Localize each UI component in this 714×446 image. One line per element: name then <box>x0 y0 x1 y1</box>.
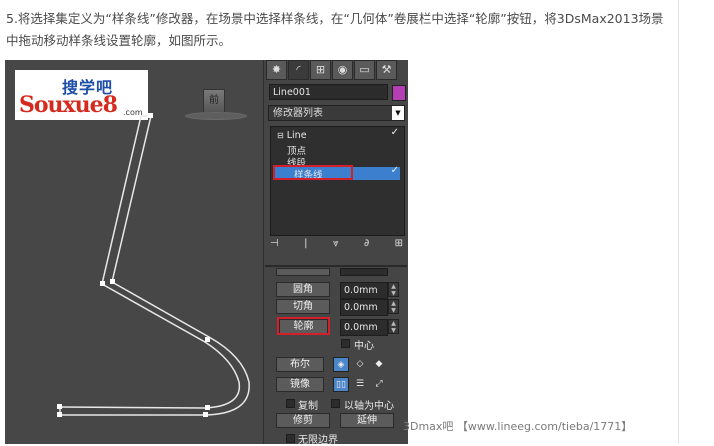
outline-value-field[interactable]: 0.0mm <box>340 319 388 336</box>
partial-field[interactable] <box>340 268 388 276</box>
show-end-result-icon[interactable]: | <box>304 238 307 254</box>
mirror-horizontal-icon[interactable]: ▯▯ <box>333 377 349 392</box>
modifier-list-label: 修改器列表 <box>273 108 323 119</box>
outline-spinner[interactable]: ▲ ▼ <box>388 319 399 334</box>
chamfer-value-field[interactable]: 0.0mm <box>340 299 388 316</box>
stack-item-line[interactable]: ⊟ Line <box>277 130 307 141</box>
make-unique-icon[interactable]: ⩔ <box>333 238 339 254</box>
outlined-spline[interactable] <box>5 60 263 444</box>
mirror-both-icon[interactable]: ⤢ <box>371 377 387 392</box>
vertex-3 <box>110 279 115 284</box>
chamfer-spinner[interactable]: ▲ ▼ <box>388 299 399 314</box>
pin-stack-icon[interactable]: ⊣ <box>270 238 279 254</box>
union-icon[interactable]: ◈ <box>333 357 349 372</box>
object-color-swatch[interactable] <box>392 85 406 101</box>
chamfer-button[interactable]: 切角 <box>276 299 330 314</box>
stack-toolbar: ⊣ | ⩔ ∂ ⊞ <box>270 238 403 254</box>
tab-motion[interactable]: ◉ <box>332 60 353 80</box>
vertex-1 <box>148 113 153 118</box>
panel-tabs: ✸ ◜ ⊞ ◉ ▭ ⚒ <box>266 60 406 80</box>
about-pivot-checkbox[interactable] <box>331 399 340 408</box>
page-divider <box>678 0 679 444</box>
check-icon: ✓ <box>390 165 399 176</box>
vertex-4 <box>205 337 210 342</box>
modifier-stack: ⊟ Line ✓ 顶点 线段 样条线 ✓ <box>270 126 405 236</box>
collapse-icon: ⊟ <box>277 131 284 140</box>
spline-highlight-outline <box>273 165 353 180</box>
mirror-button[interactable]: 镜像 <box>276 377 324 392</box>
fillet-button[interactable]: 圆角 <box>276 282 330 297</box>
infinite-bounds-checkbox[interactable] <box>286 434 295 443</box>
vertex-5 <box>205 405 210 410</box>
copy-checkbox[interactable] <box>286 399 295 408</box>
center-label: 中心 <box>354 341 374 352</box>
configure-sets-icon[interactable]: ⊞ <box>395 238 403 254</box>
intersect-icon[interactable]: ◆ <box>371 357 387 372</box>
tab-display[interactable]: ▭ <box>354 60 375 80</box>
tab-modify[interactable]: ◜ <box>288 60 309 80</box>
spline-outer <box>59 115 241 409</box>
fillet-spinner[interactable]: ▲ ▼ <box>388 282 399 297</box>
boolean-button[interactable]: 布尔 <box>276 357 324 372</box>
spline-inner <box>60 115 250 416</box>
partial-button[interactable] <box>276 268 330 276</box>
mirror-vertical-icon[interactable]: ☰ <box>352 377 368 392</box>
fillet-value-field[interactable]: 0.0mm <box>340 282 388 299</box>
about-pivot-label: 以轴为中心 <box>344 401 394 412</box>
vertex-8 <box>57 412 62 417</box>
remove-modifier-icon[interactable]: ∂ <box>364 238 369 254</box>
check-icon: ✓ <box>390 127 399 138</box>
chevron-down-icon: ▼ <box>392 106 404 120</box>
tab-create[interactable]: ✸ <box>266 60 287 80</box>
center-checkbox[interactable] <box>341 339 350 348</box>
vertex-7 <box>57 404 62 409</box>
rollout-divider <box>265 265 407 267</box>
tab-utilities[interactable]: ⚒ <box>376 60 397 80</box>
viewport[interactable]: 搜学吧 Souxue8 .com 前 <box>5 60 263 444</box>
outline-highlight-outline <box>277 317 330 335</box>
vertex-6 <box>203 412 208 417</box>
stack-item-line-label: Line <box>286 130 307 141</box>
vertex-2 <box>100 281 105 286</box>
extend-button[interactable]: 延伸 <box>340 413 394 428</box>
modifier-list-dropdown[interactable]: 修改器列表 ▼ <box>268 105 405 121</box>
tab-hierarchy[interactable]: ⊞ <box>310 60 331 80</box>
trim-button[interactable]: 修剪 <box>276 413 330 428</box>
watermark: 3Dmax吧 【www.lineeg.com/tieba/1771】 <box>403 420 633 433</box>
subtract-icon[interactable]: ◇ <box>352 357 368 372</box>
object-name-field[interactable]: Line001 <box>269 84 388 100</box>
caption-text: 5.将选择集定义为“样条线”修改器，在场景中选择样条线，在“几何体”卷展栏中选择… <box>6 11 664 48</box>
copy-label: 复制 <box>298 401 318 412</box>
